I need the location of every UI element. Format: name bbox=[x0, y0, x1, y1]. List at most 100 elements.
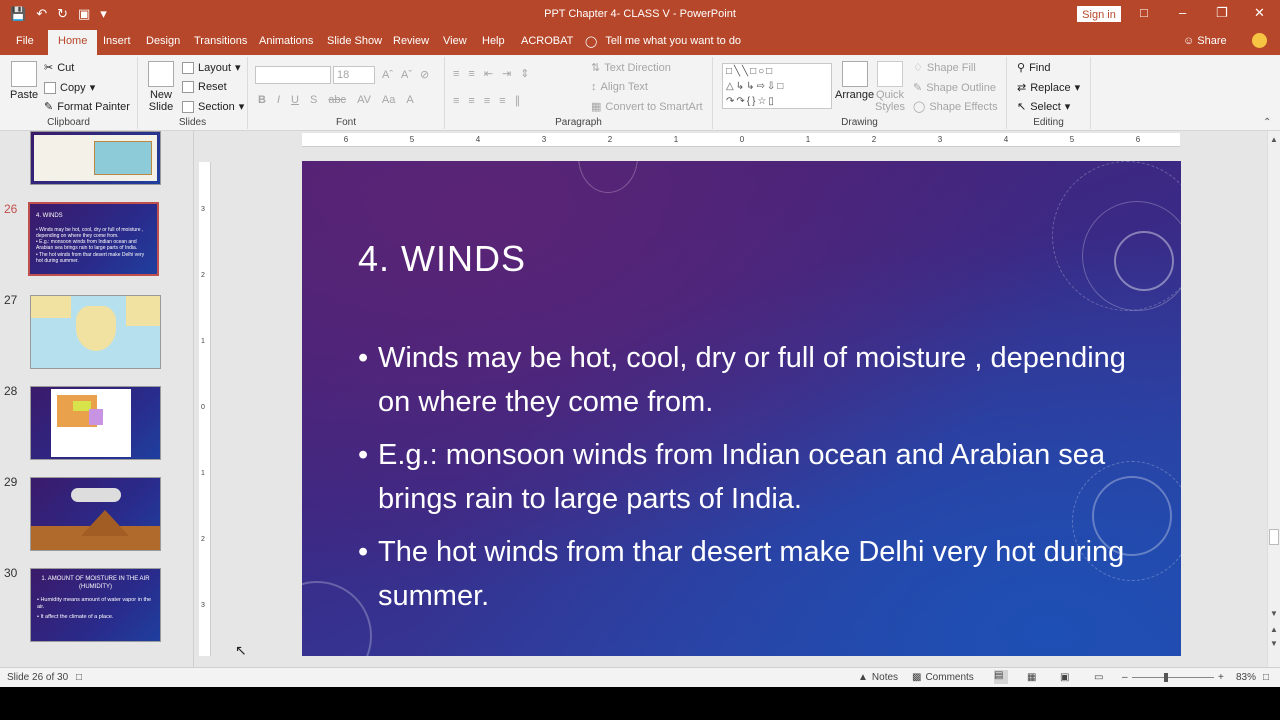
fit-slide-icon[interactable]: □ bbox=[1263, 672, 1269, 683]
new-slide-button[interactable]: New Slide bbox=[146, 61, 176, 113]
replace-button[interactable]: ⇄ Replace ▾ bbox=[1017, 81, 1080, 95]
shrink-font-icon[interactable]: Aˇ bbox=[401, 69, 412, 81]
spell-check-icon[interactable]: □ bbox=[76, 672, 82, 683]
slide-canvas[interactable]: 4. WINDS Winds may be hot, cool, dry or … bbox=[302, 161, 1181, 656]
reset-button[interactable]: Reset bbox=[182, 81, 227, 93]
slide-body[interactable]: Winds may be hot, cool, dry or full of m… bbox=[358, 336, 1128, 627]
columns-icon[interactable]: ∥ bbox=[515, 94, 521, 107]
restore-icon[interactable]: ❐ bbox=[1216, 5, 1228, 21]
zoom-level[interactable]: 83% bbox=[1236, 672, 1256, 683]
zoom-slider[interactable] bbox=[1132, 677, 1214, 678]
justify-icon[interactable]: ≡ bbox=[499, 95, 505, 107]
clear-format-icon[interactable]: ⊘ bbox=[420, 68, 429, 81]
shape-outline-button[interactable]: ✎ Shape Outline bbox=[913, 81, 996, 95]
shape-fill-button[interactable]: ♢ Shape Fill bbox=[913, 61, 976, 75]
change-case-icon[interactable]: Aa bbox=[382, 94, 395, 106]
arrange-button[interactable]: Arrange bbox=[835, 61, 874, 101]
powerpoint-window: 💾 ↶ ↻ ▣ ▾ PPT Chapter 4- CLASS V - Power… bbox=[0, 0, 1280, 687]
underline-icon[interactable]: U bbox=[291, 94, 299, 106]
zoom-in-icon[interactable]: + bbox=[1218, 672, 1224, 683]
align-center-icon[interactable]: ≡ bbox=[468, 95, 474, 107]
select-button[interactable]: ↖ Select ▾ bbox=[1017, 100, 1070, 114]
thumbnail-slide-29[interactable] bbox=[30, 477, 161, 551]
reset-icon bbox=[182, 81, 194, 93]
italic-icon[interactable]: I bbox=[277, 94, 280, 106]
tab-slide-show[interactable]: Slide Show bbox=[327, 35, 382, 47]
scroll-down-icon[interactable]: ▼ bbox=[1270, 609, 1278, 618]
bold-icon[interactable]: B bbox=[258, 94, 266, 106]
scrollbar-thumb[interactable] bbox=[1269, 529, 1279, 545]
cut-button[interactable]: ✂ Cut bbox=[44, 61, 74, 75]
increase-indent-icon[interactable]: ⇥ bbox=[502, 67, 511, 80]
zoom-slider-knob[interactable] bbox=[1164, 673, 1168, 682]
spacing-icon[interactable]: AV bbox=[357, 94, 371, 106]
font-name-combo[interactable] bbox=[255, 66, 331, 84]
tab-help[interactable]: Help bbox=[482, 35, 505, 47]
thumbnail-slide-28[interactable] bbox=[30, 386, 161, 460]
tab-review[interactable]: Review bbox=[393, 35, 429, 47]
tab-design[interactable]: Design bbox=[146, 35, 180, 47]
text-direction-button[interactable]: ⇅ Text Direction bbox=[591, 61, 671, 75]
bullets-icon[interactable]: ≡ bbox=[453, 68, 459, 80]
find-button[interactable]: ⚲ Find bbox=[1017, 61, 1050, 75]
convert-smartart-button[interactable]: ▦ Convert to SmartArt bbox=[591, 100, 703, 114]
thumbnail-slide-25[interactable] bbox=[30, 131, 161, 185]
sign-in-button[interactable]: Sign in bbox=[1077, 6, 1121, 22]
tab-view[interactable]: View bbox=[443, 35, 467, 47]
line-spacing-icon[interactable]: ⇕ bbox=[520, 67, 529, 80]
section-button[interactable]: Section ▾ bbox=[182, 100, 244, 113]
ruler-tick: 4 bbox=[475, 135, 481, 144]
paste-button[interactable]: Paste bbox=[10, 61, 38, 101]
align-right-icon[interactable]: ≡ bbox=[484, 95, 490, 107]
tab-transitions[interactable]: Transitions bbox=[194, 35, 247, 47]
next-slide-icon[interactable]: ▼ bbox=[1270, 639, 1278, 648]
close-icon[interactable]: ✕ bbox=[1254, 5, 1265, 21]
decrease-indent-icon[interactable]: ⇤ bbox=[484, 67, 493, 80]
tab-home[interactable]: Home bbox=[48, 30, 98, 55]
notes-button[interactable]: ▲ Notes bbox=[858, 672, 898, 683]
ruler-tick: 1 bbox=[201, 338, 205, 345]
normal-view-icon[interactable]: ▤ bbox=[994, 670, 1008, 684]
comments-button[interactable]: ▩ Comments bbox=[912, 672, 974, 683]
tab-animations[interactable]: Animations bbox=[259, 35, 313, 47]
feedback-smiley-icon[interactable] bbox=[1252, 33, 1267, 48]
reading-view-icon[interactable]: ▣ bbox=[1060, 672, 1069, 683]
align-left-icon[interactable]: ≡ bbox=[453, 95, 459, 107]
tell-me-box[interactable]: ◯ Tell me what you want to do bbox=[585, 35, 741, 48]
vertical-scrollbar[interactable]: ▲ ▼ ▲ ▼ bbox=[1267, 131, 1280, 667]
shadow-icon[interactable]: S bbox=[310, 94, 317, 106]
shape-effects-button[interactable]: ◯ Shape Effects bbox=[913, 100, 998, 114]
tab-acrobat[interactable]: ACROBAT bbox=[521, 35, 573, 47]
tab-file[interactable]: File bbox=[16, 35, 34, 47]
strikethrough-icon[interactable]: abc bbox=[328, 94, 346, 106]
zoom-out-icon[interactable]: – bbox=[1122, 672, 1128, 683]
collapse-ribbon-icon[interactable]: ⌃ bbox=[1263, 117, 1271, 128]
slide-counter: Slide 26 of 30 bbox=[7, 672, 69, 683]
thumbnail-slide-30[interactable]: 1. AMOUNT OF MOISTURE IN THE AIR (HUMIDI… bbox=[30, 568, 161, 642]
tab-insert[interactable]: Insert bbox=[103, 35, 131, 47]
paste-label: Paste bbox=[10, 89, 39, 101]
ribbon-display-icon[interactable]: □ bbox=[1140, 5, 1148, 20]
ruler-tick: 6 bbox=[343, 135, 349, 144]
new-slide-label: New Slide bbox=[148, 89, 174, 113]
copy-button[interactable]: Copy ▾ bbox=[44, 81, 95, 94]
layout-button[interactable]: Layout ▾ bbox=[182, 61, 241, 74]
shapes-gallery[interactable]: □╲╲□○□ △↳↳⇨⇩□ ↷↷{}☆▯ bbox=[722, 63, 832, 109]
slide-sorter-icon[interactable]: ▦ bbox=[1027, 672, 1036, 683]
font-color-icon[interactable]: A bbox=[406, 94, 413, 106]
format-painter-button[interactable]: ✎ Format Painter bbox=[44, 100, 130, 114]
previous-slide-icon[interactable]: ▲ bbox=[1270, 625, 1278, 634]
align-text-button[interactable]: ↕ Align Text bbox=[591, 81, 648, 93]
share-button[interactable]: ☺ Share bbox=[1183, 35, 1227, 47]
quick-styles-button[interactable]: Quick Styles bbox=[875, 61, 905, 113]
thumbnail-slide-26[interactable]: 4. WINDS • Winds may be hot, cool, dry o… bbox=[28, 202, 159, 276]
thumbnail-slide-27[interactable] bbox=[30, 295, 161, 369]
tell-me-text: Tell me what you want to do bbox=[605, 35, 742, 47]
slideshow-view-icon[interactable]: ▭ bbox=[1094, 672, 1103, 683]
grow-font-icon[interactable]: Aˆ bbox=[382, 69, 393, 81]
slide-title[interactable]: 4. WINDS bbox=[358, 238, 526, 280]
minimize-icon[interactable]: – bbox=[1179, 5, 1186, 20]
font-size-combo[interactable]: 18 bbox=[333, 66, 375, 84]
scroll-up-icon[interactable]: ▲ bbox=[1270, 135, 1278, 144]
numbering-icon[interactable]: ≡ bbox=[468, 68, 474, 80]
